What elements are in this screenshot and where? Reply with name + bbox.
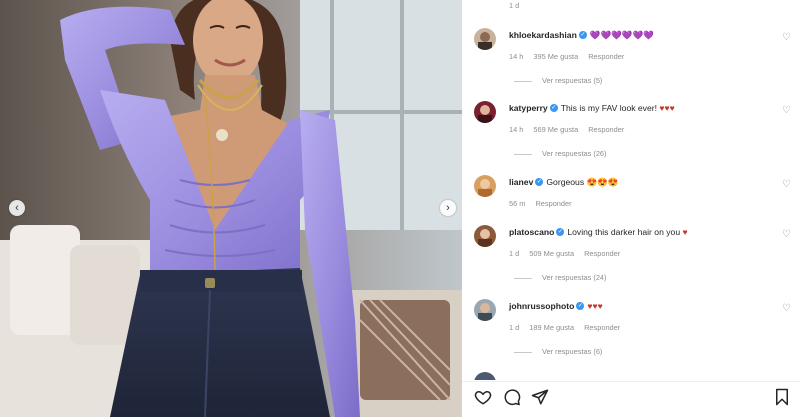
comment-time: 1 d bbox=[509, 323, 520, 332]
view-replies-label: Ver respuestas (26) bbox=[542, 149, 607, 158]
reply-button[interactable]: Responder bbox=[584, 249, 620, 258]
avatar[interactable] bbox=[474, 101, 496, 123]
photo-illustration bbox=[0, 0, 462, 417]
comment-username[interactable]: katyperry bbox=[509, 103, 548, 113]
comment-likes[interactable]: 395 Me gusta bbox=[533, 52, 578, 61]
reply-button[interactable]: Responder bbox=[584, 323, 620, 332]
view-replies[interactable]: Ver respuestas (24) bbox=[514, 273, 607, 282]
replies-divider bbox=[514, 277, 532, 279]
comment-text: Gorgeous 😍😍😍 bbox=[546, 177, 619, 187]
chevron-right-icon[interactable]: › bbox=[440, 200, 456, 216]
comment-time: 56 m bbox=[509, 199, 526, 208]
replies-divider bbox=[514, 153, 532, 155]
comment-text: ♥♥♥ bbox=[587, 301, 603, 311]
replies-divider bbox=[514, 80, 532, 82]
like-comment-heart-icon[interactable]: ♡ bbox=[782, 303, 791, 314]
comment-username[interactable]: khloekardashian bbox=[509, 30, 577, 40]
avatar[interactable] bbox=[474, 299, 496, 321]
comment-meta: 14 h 395 Me gusta Responder bbox=[509, 52, 634, 61]
comment-likes[interactable]: 569 Me gusta bbox=[533, 125, 578, 134]
comment-meta: 1 d 189 Me gusta Responder bbox=[509, 323, 630, 332]
comment-username[interactable]: johnrussophoto bbox=[509, 301, 574, 311]
verified-badge-icon: ✓ bbox=[576, 302, 585, 311]
comment-time: 14 h bbox=[509, 125, 524, 134]
view-replies[interactable]: Ver respuestas (26) bbox=[514, 149, 607, 158]
view-replies-label: Ver respuestas (5) bbox=[542, 76, 603, 85]
comment-body: lianev ✓ Gorgeous 😍😍😍 bbox=[509, 177, 619, 188]
avatar[interactable] bbox=[474, 28, 496, 50]
like-comment-heart-icon[interactable]: ♡ bbox=[782, 32, 791, 43]
instagram-post-viewer: ‹ › 1 d khloekardashian ✓ 💜💜💜💜💜💜 ♡ 14 h 395… bbox=[0, 0, 800, 417]
comment-username[interactable]: platoscano bbox=[509, 227, 554, 237]
like-comment-heart-icon[interactable]: ♡ bbox=[782, 229, 791, 240]
like-comment-heart-icon[interactable]: ♡ bbox=[782, 179, 791, 190]
comment-body: platoscano ✓ Loving this darker hair on yo… bbox=[509, 227, 688, 237]
heart-icon[interactable] bbox=[474, 388, 492, 411]
comment-body: johnrussophoto ✓ ♥♥♥ bbox=[509, 301, 603, 311]
chevron-left-icon[interactable]: ‹ bbox=[9, 200, 25, 216]
view-replies[interactable]: Ver respuestas (5) bbox=[514, 76, 602, 85]
comment-likes[interactable]: 509 Me gusta bbox=[529, 249, 574, 258]
like-comment-heart-icon[interactable]: ♡ bbox=[782, 105, 791, 116]
comment-time: 1 d bbox=[509, 249, 520, 258]
avatar[interactable] bbox=[474, 225, 496, 247]
share-icon[interactable] bbox=[531, 388, 549, 411]
replies-divider bbox=[514, 351, 532, 353]
avatar[interactable] bbox=[474, 175, 496, 197]
verified-badge-icon: ✓ bbox=[535, 178, 544, 187]
comment-body: katyperry ✓ This is my FAV look ever! ♥♥♥ bbox=[509, 103, 675, 113]
previous-comment-time: 1 d bbox=[509, 1, 520, 10]
comment-time: 14 h bbox=[509, 52, 524, 61]
post-photo[interactable]: ‹ › bbox=[0, 0, 462, 417]
comments-panel[interactable]: 1 d khloekardashian ✓ 💜💜💜💜💜💜 ♡ 14 h 395 Me … bbox=[462, 0, 800, 380]
comment-username[interactable]: lianev bbox=[509, 177, 533, 187]
comment-likes[interactable]: 189 Me gusta bbox=[529, 323, 574, 332]
reply-button[interactable]: Responder bbox=[588, 125, 624, 134]
comment-text: 💜💜💜💜💜💜 bbox=[589, 30, 655, 40]
verified-badge-icon: ✓ bbox=[556, 228, 565, 237]
post-action-bar bbox=[462, 381, 800, 417]
reply-button[interactable]: Responder bbox=[535, 199, 571, 208]
comment-text: This is my FAV look ever! ♥♥♥ bbox=[560, 103, 675, 113]
avatar[interactable] bbox=[474, 372, 496, 380]
verified-badge-icon: ✓ bbox=[578, 31, 587, 40]
comment-meta: 56 m Responder bbox=[509, 199, 582, 208]
view-replies[interactable]: Ver respuestas (6) bbox=[514, 347, 602, 356]
comment-meta: 1 d 509 Me gusta Responder bbox=[509, 249, 630, 258]
view-replies-label: Ver respuestas (24) bbox=[542, 273, 607, 282]
comment-text: Loving this darker hair on you ♥ bbox=[567, 227, 688, 237]
comment-icon[interactable] bbox=[503, 388, 521, 411]
reply-button[interactable]: Responder bbox=[588, 52, 624, 61]
bookmark-icon[interactable] bbox=[774, 388, 790, 411]
comment-body: khloekardashian ✓ 💜💜💜💜💜💜 bbox=[509, 30, 654, 41]
verified-badge-icon: ✓ bbox=[549, 104, 558, 113]
comment-meta: 14 h 569 Me gusta Responder bbox=[509, 125, 634, 134]
view-replies-label: Ver respuestas (6) bbox=[542, 347, 603, 356]
